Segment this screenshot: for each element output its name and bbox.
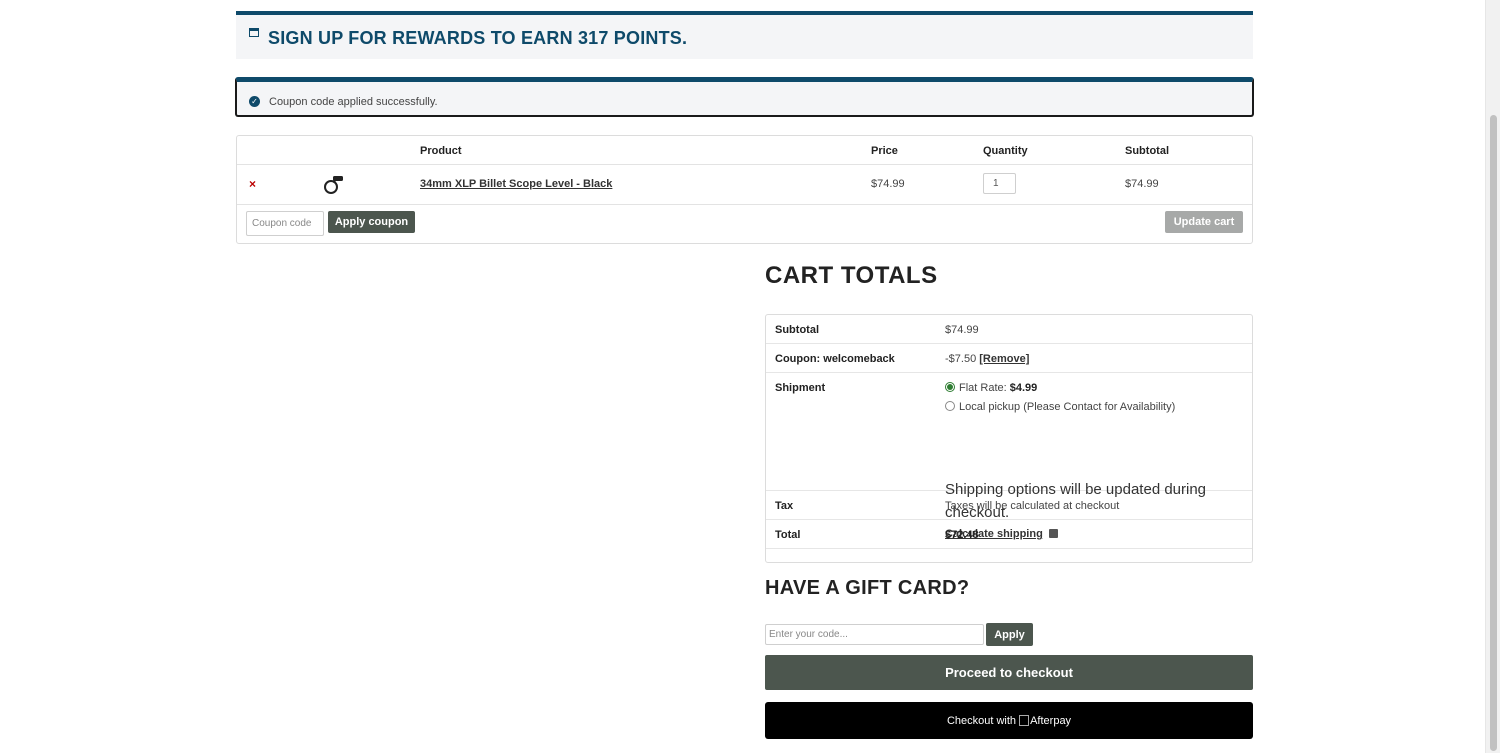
local-pickup-label: Local pickup (Please Contact for Availab… [959,401,1176,413]
remove-item-icon[interactable]: × [249,177,256,191]
cart-actions: Apply coupon Update cart [237,205,1252,243]
cart-totals-table: Subtotal $74.99 Coupon: welcomeback -$7.… [765,314,1253,563]
product-subtotal: $74.99 [1125,178,1159,190]
notice-text: Coupon code applied successfully. [269,96,438,108]
coupon-label: Coupon: welcomeback [775,353,895,365]
coupon-value-group: -$7.50 [Remove] [945,353,1029,365]
afterpay-prefix: Checkout with [946,714,1017,727]
flat-rate-option[interactable]: Flat Rate: $4.99 [945,382,1037,394]
afterpay-checkout-button[interactable]: Checkout with Afterpay [765,702,1253,739]
total-value-wrap: $72.48 [945,529,979,541]
flat-rate-label: Flat Rate: [959,382,1007,394]
coupon-success-notice: ✓ Coupon code applied successfully. [235,77,1254,117]
product-price: $74.99 [871,178,905,190]
page-scrollbar[interactable] [1485,0,1500,753]
broken-image-icon [1019,714,1030,726]
quantity-input[interactable] [983,173,1016,194]
product-name-link[interactable]: 34mm XLP Billet Scope Level - Black [420,178,612,190]
total-label: Total [775,529,801,541]
check-circle-icon: ✓ [249,96,260,107]
header-product: Product [420,145,462,157]
tax-label: Tax [775,500,794,512]
table-row: × 34mm XLP Billet Scope Level - Black $7… [237,165,1252,205]
proceed-to-checkout-button[interactable]: Proceed to checkout [765,655,1253,690]
header-subtotal: Subtotal [1125,145,1169,157]
cart-table: Product Price Quantity Subtotal × 34mm X… [236,135,1253,244]
local-pickup-radio[interactable] [945,401,955,411]
shipment-row: Shipment Flat Rate: $4.99 Local pickup (… [766,373,1252,540]
header-quantity: Quantity [983,145,1028,157]
flat-rate-radio[interactable] [945,382,955,392]
cart-totals-title: CART TOTALS [765,262,938,289]
gift-card-apply-button[interactable]: Apply [986,623,1033,646]
coupon-code-input[interactable] [246,211,324,236]
afterpay-logo-alt: Afterpay [1030,714,1072,727]
flat-rate-price: $4.99 [1009,382,1038,394]
subtotal-label: Subtotal [775,324,819,336]
total-row: Total $72.48 [766,520,1252,549]
subtotal-value: $74.99 [945,324,979,336]
window-icon [249,28,259,37]
update-cart-button[interactable]: Update cart [1165,211,1243,233]
product-thumbnail[interactable] [321,174,345,196]
scrollbar-thumb[interactable] [1490,115,1497,751]
coupon-remove-link[interactable]: [Remove] [979,353,1029,365]
tax-row: Tax Taxes will be calculated at checkout [766,491,1252,520]
total-value: $72.48 [945,529,979,541]
rewards-banner[interactable]: SIGN UP FOR REWARDS TO EARN 317 POINTS. [236,11,1253,59]
header-price: Price [871,145,898,157]
cart-table-header: Product Price Quantity Subtotal [237,136,1252,165]
shipment-label: Shipment [775,382,826,394]
subtotal-row: Subtotal $74.99 [766,315,1252,344]
coupon-discount: -$7.50 [945,353,977,365]
tax-value: Taxes will be calculated at checkout [945,500,1120,512]
rewards-text[interactable]: SIGN UP FOR REWARDS TO EARN 317 POINTS. [268,28,687,49]
apply-coupon-button[interactable]: Apply coupon [328,211,415,233]
gift-card-title: HAVE A GIFT CARD? [765,577,970,599]
coupon-row: Coupon: welcomeback -$7.50 [Remove] [766,344,1252,373]
local-pickup-option[interactable]: Local pickup (Please Contact for Availab… [945,401,1175,413]
gift-card-input[interactable] [765,624,984,645]
